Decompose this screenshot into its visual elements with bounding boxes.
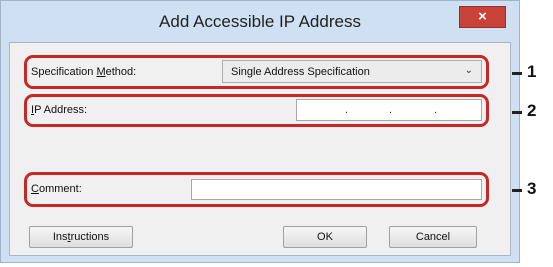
callout-frame-1 bbox=[24, 55, 489, 89]
annotation-leader-2 bbox=[512, 111, 522, 114]
annotation-leader-1 bbox=[512, 72, 522, 75]
close-icon: × bbox=[478, 8, 487, 25]
callout-frame-3 bbox=[24, 172, 489, 207]
ok-button[interactable]: OK bbox=[283, 226, 367, 248]
dialog-title: Add Accessible IP Address bbox=[159, 12, 361, 31]
cancel-button[interactable]: Cancel bbox=[389, 226, 477, 248]
add-ip-dialog: Add Accessible IP Address × bbox=[0, 0, 520, 263]
annotation-number-2: 2 bbox=[527, 101, 537, 120]
title-bar: Add Accessible IP Address × bbox=[1, 1, 519, 41]
button-label-part: Ins bbox=[52, 231, 68, 243]
button-label-part: ructions bbox=[70, 231, 110, 243]
callout-frame-2 bbox=[24, 94, 489, 127]
annotation-number-1: 1 bbox=[527, 62, 537, 81]
annotation-leader-3 bbox=[512, 189, 522, 192]
close-button[interactable]: × bbox=[459, 6, 506, 28]
instructions-button[interactable]: Instructions bbox=[29, 226, 133, 248]
annotation-number-3: 3 bbox=[527, 179, 537, 198]
